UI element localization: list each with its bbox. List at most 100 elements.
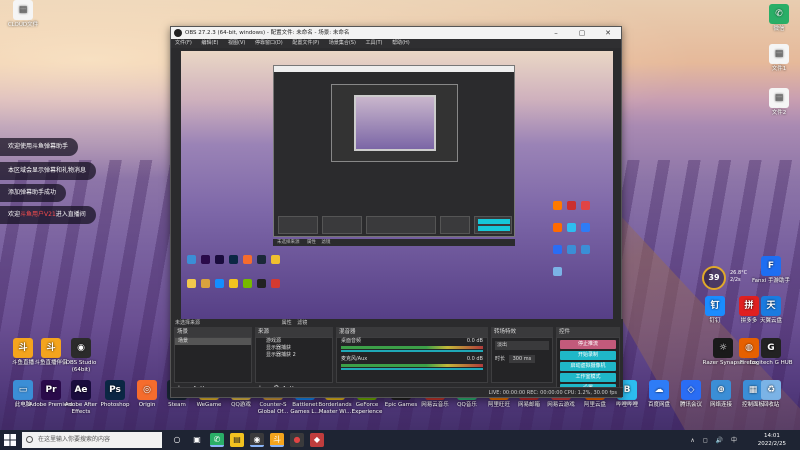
dingtalk-icon: 钉: [705, 296, 725, 316]
preview-desktop-icon: [271, 279, 280, 288]
status-bar: LIVE: 00:00:00 REC: 00:00:00 CPU: 1.2%, …: [171, 387, 623, 397]
wechat-icon: ✆: [769, 4, 789, 24]
sources-list: 游戏源 显示器捕获 显示器捕获 2: [255, 337, 333, 383]
audio-mixer: 桌面音频 0.0 dB 麦克风/Aux 0.0 dB: [336, 337, 488, 383]
start-recording-button[interactable]: 开始录制: [560, 351, 616, 360]
file-icon: ▤: [769, 44, 789, 64]
taskbar-search-input[interactable]: 在这里输入你要搜索的内容: [22, 432, 162, 448]
preview-desktop-icon: [553, 267, 562, 276]
preview-desktop-icon: [187, 279, 196, 288]
menu-help[interactable]: 帮助(H): [392, 40, 410, 46]
desktop-icon-label: 文件2: [771, 110, 787, 116]
preview-desktop-icon: [567, 223, 576, 232]
menu-edit[interactable]: 编辑(E): [201, 40, 218, 46]
scene-item[interactable]: 场景: [175, 338, 251, 345]
preview-desktop-icon: [553, 201, 562, 210]
desktop-icon[interactable]: ◍ Firefox: [726, 338, 772, 367]
audio-meter-mic: [341, 364, 483, 367]
preview-desktop-icon: [201, 279, 210, 288]
mixer-dock-title: 混音器: [336, 327, 488, 337]
preview-desktop-icon: [581, 201, 590, 210]
source-item[interactable]: 显示器捕获 2: [256, 352, 332, 359]
preview-desktop-icon: [257, 279, 266, 288]
obs-title-bar[interactable]: OBS 27.2.3 (64-bit, windows) - 配置文件: 未命名…: [171, 27, 621, 39]
desktop-icon[interactable]: ▤ 文件2: [756, 88, 800, 117]
file-icon: ▤: [13, 0, 33, 20]
desktop-icon-label: 文件1: [771, 66, 787, 72]
menu-scene-collection[interactable]: 场景集合(S): [329, 40, 356, 46]
weather-widget[interactable]: 39 26.8°C 2/2s: [702, 266, 758, 290]
edge-browser-icon[interactable]: ▣: [190, 433, 204, 447]
preview-desktop-icon: [581, 223, 590, 232]
studio-mode-button[interactable]: 工作室模式: [560, 373, 616, 382]
desktop-icon[interactable]: ▤ 文件1: [756, 44, 800, 73]
desktop-icon[interactable]: 拼拼多多: [726, 296, 772, 325]
duration-input[interactable]: 300 ms: [508, 355, 536, 363]
task-view-icon[interactable]: ○: [170, 433, 184, 447]
desktop-icon[interactable]: ♻ 回收站: [748, 380, 794, 409]
filters-button[interactable]: 滤镜: [297, 320, 307, 326]
recorder-taskbar-icon[interactable]: ●: [290, 433, 304, 447]
preview-desktop-icon: [229, 255, 238, 264]
stop-streaming-button[interactable]: 停止推流: [560, 340, 616, 349]
obs-taskbar-icon[interactable]: ◉: [250, 433, 264, 447]
baidu-disk-icon: ☁: [649, 380, 669, 400]
chat-message: 本区域会显示弹幕和礼物消息: [0, 162, 97, 180]
desktop-icon[interactable]: ▤ CLOUD文件: [0, 0, 46, 29]
photoshop-icon: Ps: [105, 380, 125, 400]
transitions-panel: 淡出 时长 300 ms: [491, 337, 553, 383]
volume-slider-mic[interactable]: [341, 368, 483, 370]
transition-select[interactable]: 淡出: [495, 341, 549, 350]
app-taskbar-icon[interactable]: ◆: [310, 433, 324, 447]
menu-profile[interactable]: 配置文件(P): [292, 40, 319, 46]
source-item[interactable]: 游戏源: [256, 338, 332, 345]
wechat-taskbar-icon[interactable]: ✆: [210, 433, 224, 447]
source-item[interactable]: 显示器捕获: [256, 345, 332, 352]
chat-message: 欢迎使用斗鱼弹幕助手: [0, 138, 79, 156]
recycle-bin-icon: ♻: [761, 380, 781, 400]
desktop-icon[interactable]: ✆ 微信: [756, 4, 800, 33]
recursive-obs-preview: [273, 65, 515, 237]
controls-panel: 停止推流 开始录制 启动虚拟摄像机 工作室模式 设置: [556, 337, 620, 393]
minimize-button[interactable]: –: [543, 27, 569, 39]
system-tray[interactable]: ∧ ◻ 🔊 中: [690, 435, 740, 444]
desktop-icon-label: 回收站: [762, 402, 780, 408]
maximize-button[interactable]: ▢: [569, 27, 595, 39]
windows-start-icon[interactable]: [4, 434, 16, 446]
file-icon: ▤: [769, 88, 789, 108]
menu-tools[interactable]: 工具(T): [366, 40, 383, 46]
preview-desktop-icon: [243, 255, 252, 264]
pdd-icon: 拼: [739, 296, 759, 316]
virtual-camera-button[interactable]: 启动虚拟摄像机: [560, 362, 616, 371]
close-button[interactable]: ✕: [595, 27, 621, 39]
preview-desktop-icon: [553, 245, 562, 254]
menu-bar: 文件(F) 编辑(E) 视图(V) 停靠窗口(D) 配置文件(P) 场景集合(S…: [171, 39, 621, 48]
file-explorer-icon[interactable]: ▤: [230, 433, 244, 447]
search-icon: [26, 436, 33, 443]
firefox-icon: ◍: [739, 338, 759, 358]
preview-desktop-icon: [567, 201, 576, 210]
preview-desktop-icon: [553, 223, 562, 232]
desktop-icon-label: Firefox: [739, 360, 759, 366]
clock[interactable]: 14:01 2022/2/25: [758, 432, 786, 448]
network-icon: ⊕: [711, 380, 731, 400]
douyu-taskbar-icon[interactable]: 斗: [270, 433, 284, 447]
transitions-dock-title: 转场特效: [491, 327, 553, 337]
temperature-badge: 39: [702, 266, 726, 290]
desktop-icon[interactable]: ◉ OBS Studio (64bit): [58, 338, 104, 374]
menu-view[interactable]: 视图(V): [228, 40, 245, 46]
desktop-icon-label: OBS Studio (64bit): [65, 360, 97, 373]
menu-file[interactable]: 文件(F): [175, 40, 192, 46]
preview-desktop-icon: [215, 255, 224, 264]
obs-preview-canvas[interactable]: 未选择来源 属性 滤镜: [181, 51, 613, 319]
desktop-icon-label: CLOUD文件: [7, 22, 39, 28]
audio-meter-desktop: [341, 346, 483, 349]
window-title: OBS 27.2.3 (64-bit, windows) - 配置文件: 未命名…: [185, 30, 350, 36]
obs-docks: 场景 场景 + − ∧ ∨ 来源 游戏源 显示器捕获 显示器捕获 2 + − ⚙…: [171, 327, 623, 393]
menu-docks[interactable]: 停靠窗口(D): [255, 40, 283, 46]
volume-slider-desktop[interactable]: [341, 350, 483, 352]
obs-window[interactable]: OBS 27.2.3 (64-bit, windows) - 配置文件: 未命名…: [170, 26, 623, 398]
properties-button[interactable]: 属性: [282, 320, 292, 326]
preview-desktop-icon: [257, 255, 266, 264]
controls-dock-title: 控件: [556, 327, 620, 337]
